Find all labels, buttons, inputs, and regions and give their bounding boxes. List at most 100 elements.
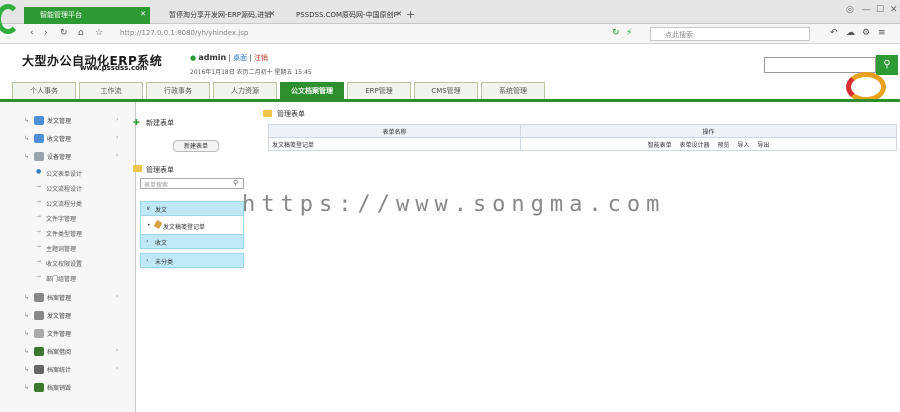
tools-icon[interactable]: ⚙: [862, 28, 870, 38]
preview-link[interactable]: 预览: [717, 142, 729, 149]
plus-icon: ✚: [133, 118, 140, 127]
nav-tab-hr[interactable]: 人力资源: [213, 82, 277, 99]
bolt-icon[interactable]: ⚡: [626, 28, 632, 38]
sidebar-item-stats[interactable]: ↳ 档案统计 ›: [0, 361, 135, 379]
search-icon[interactable]: ⚲: [233, 179, 238, 187]
nav-tab-admin[interactable]: 行政事务: [146, 82, 210, 99]
manage-form-heading: 管理表单: [133, 165, 174, 175]
chevron-right-icon: ›: [146, 257, 149, 264]
chevron-down-icon: ›: [116, 152, 119, 159]
new-form-heading: ✚ 新建表单: [133, 118, 174, 127]
form-table: 表单名称 操作 发文稿笺登记单 智能表单 表单设计器 预览 导入 导出: [268, 124, 897, 151]
sidebar-item-borrow[interactable]: ↳ 档案借阅 ›: [0, 343, 135, 361]
browser-tab-bar: 智能管理平台 ✕ 暂停淘分享开发网-ERP源码,进销 ✕ PSSDSS.COM原…: [0, 0, 900, 34]
nav-tab-workflow[interactable]: 工作流: [79, 82, 143, 99]
browser-tab-label: 智能管理平台: [40, 11, 82, 19]
operations-cell: 智能表单 表单设计器 预览 导入 导出: [520, 137, 897, 151]
current-date: 2016年1月18日 农历二月初十 星期五 15:45: [190, 69, 312, 76]
home-icon[interactable]: ⌂: [78, 28, 84, 38]
username: admin: [198, 53, 227, 62]
back-icon[interactable]: ‹: [30, 28, 34, 38]
form-search-input[interactable]: 表单搜索: [140, 178, 244, 189]
address-bar[interactable]: http://127.0.0.1:8080/yh/yhindex.jsp: [120, 29, 248, 37]
import-link[interactable]: 导入: [737, 142, 749, 149]
chevron-right-icon: ›: [116, 134, 119, 141]
pencil-icon: [153, 219, 163, 230]
nav-tab-cms[interactable]: CMS管理: [414, 82, 478, 99]
section-incoming[interactable]: › 收文: [140, 234, 244, 249]
refresh-icon[interactable]: ↻: [612, 28, 620, 38]
browser-search-input[interactable]: 点此搜索: [650, 27, 810, 41]
sidebar-item-archive[interactable]: ↳ 档案管理 ›: [0, 289, 135, 307]
chevron-right-icon: ›: [116, 293, 119, 300]
browser-nav-bar: ‹ › ↻ ⌂ ☆ http://127.0.0.1:8080/yh/yhind…: [0, 24, 900, 44]
sidebar-sub-dept-group[interactable]: → 部门组管理: [0, 271, 135, 284]
nav-tab-system[interactable]: 系统管理: [481, 82, 545, 99]
form-name-cell: 发文稿笺登记单: [268, 137, 521, 151]
sidebar-sub-keywords[interactable]: → 主题词管理: [0, 241, 135, 254]
sidebar-sub-doc-number[interactable]: → 文件字管理: [0, 211, 135, 224]
close-icon[interactable]: ✕: [269, 10, 275, 18]
skin-icon[interactable]: ◎: [846, 5, 854, 15]
nav-tab-personal[interactable]: 个人事务: [12, 82, 76, 99]
nav-tab-erp[interactable]: ERP管理: [347, 82, 411, 99]
browser-tab-3[interactable]: PSSDSS.COM原码网-中国原创P ✕: [280, 7, 406, 24]
archive-icon: [34, 293, 44, 302]
nav-tab-document[interactable]: 公文档案管理: [280, 82, 344, 99]
export-link[interactable]: 导出: [757, 142, 769, 149]
browser-tab-label: PSSDSS.COM原码网-中国原创P: [296, 11, 398, 19]
table-row: 发文稿笺登记单 智能表单 表单设计器 预览 导入 导出: [268, 137, 897, 151]
section-outgoing[interactable]: ∨ 发文: [140, 201, 244, 216]
form-panel: ✚ 新建表单 新建表单 管理表单 表单搜索 ⚲ ∨ 发文 • 发文稿笺登记单 ›…: [133, 102, 247, 272]
search-doc-icon: [34, 365, 44, 374]
smart-form-link[interactable]: 智能表单: [648, 142, 672, 149]
browser-tab-1[interactable]: 智能管理平台 ✕: [24, 7, 150, 24]
desktop-link[interactable]: 桌面: [233, 54, 247, 62]
sidebar-item-incoming[interactable]: ↳ 收文管理 ›: [0, 130, 135, 148]
user-icon: ●: [190, 54, 197, 62]
reload-icon[interactable]: ↻: [60, 28, 68, 38]
document-icon: [34, 116, 44, 125]
top-search-input[interactable]: [764, 57, 876, 73]
close-icon[interactable]: ✕: [396, 10, 402, 18]
menu-icon[interactable]: ≡: [878, 28, 886, 38]
close-icon[interactable]: ✕: [140, 10, 146, 18]
new-tab-button[interactable]: +: [406, 8, 415, 21]
sidebar-item-equipment[interactable]: ↳ 设备管理 ›: [0, 148, 135, 166]
search-icon[interactable]: ⚲: [876, 55, 898, 75]
cloud-icon[interactable]: ☁: [846, 28, 855, 38]
sidebar-sub-form-design[interactable]: ● 公文表单设计: [0, 166, 135, 179]
browser-tab-2[interactable]: 暂停淘分享开发网-ERP源码,进销 ✕: [153, 7, 279, 24]
sidebar-sub-doc-type[interactable]: → 文件类型管理: [0, 226, 135, 239]
undo-icon[interactable]: ↶: [830, 28, 838, 38]
logout-link[interactable]: 注销: [254, 54, 268, 62]
form-designer-link[interactable]: 表单设计器: [680, 142, 710, 149]
user-info: ● admin | 桌面 | 注销: [190, 53, 268, 62]
close-window-icon[interactable]: ✕: [890, 5, 898, 15]
sidebar-sub-flow-design[interactable]: → 公文流程设计: [0, 181, 135, 194]
folder-icon: [34, 311, 44, 320]
minimize-icon[interactable]: —: [862, 5, 871, 15]
sidebar-item-files[interactable]: ↳ 文件管理: [0, 325, 135, 343]
chevron-right-icon: ›: [116, 116, 119, 123]
sidebar: ↳ 发文管理 › ↳ 收文管理 › ↳ 设备管理 › ● 公文表单设计 → 公文流程…: [0, 102, 136, 412]
column-header: 操作: [520, 124, 897, 138]
file-icon: [34, 329, 44, 338]
maximize-icon[interactable]: ☐: [876, 5, 884, 15]
sidebar-item-destroy[interactable]: ↳ 档案销毁: [0, 379, 135, 397]
sidebar-sub-permissions[interactable]: → 收文权限设置: [0, 256, 135, 269]
sidebar-sub-flow-category[interactable]: → 公文流程分类: [0, 196, 135, 209]
column-header: 表单名称: [268, 124, 521, 138]
list-item[interactable]: • 发文稿笺登记单: [140, 217, 244, 234]
forward-icon[interactable]: ›: [44, 28, 48, 38]
section-uncategorized[interactable]: › 未分类: [140, 253, 244, 268]
sidebar-item-issue[interactable]: ↳ 发文管理: [0, 307, 135, 325]
chevron-right-icon: ›: [146, 238, 149, 245]
chart-icon: [34, 347, 44, 356]
chevron-down-icon: ∨: [146, 205, 151, 212]
new-form-button[interactable]: 新建表单: [173, 140, 219, 152]
sidebar-item-outgoing[interactable]: ↳ 发文管理 ›: [0, 112, 135, 130]
star-icon[interactable]: ☆: [95, 28, 103, 38]
folder-icon: [263, 110, 272, 117]
gear-icon: [34, 152, 44, 161]
